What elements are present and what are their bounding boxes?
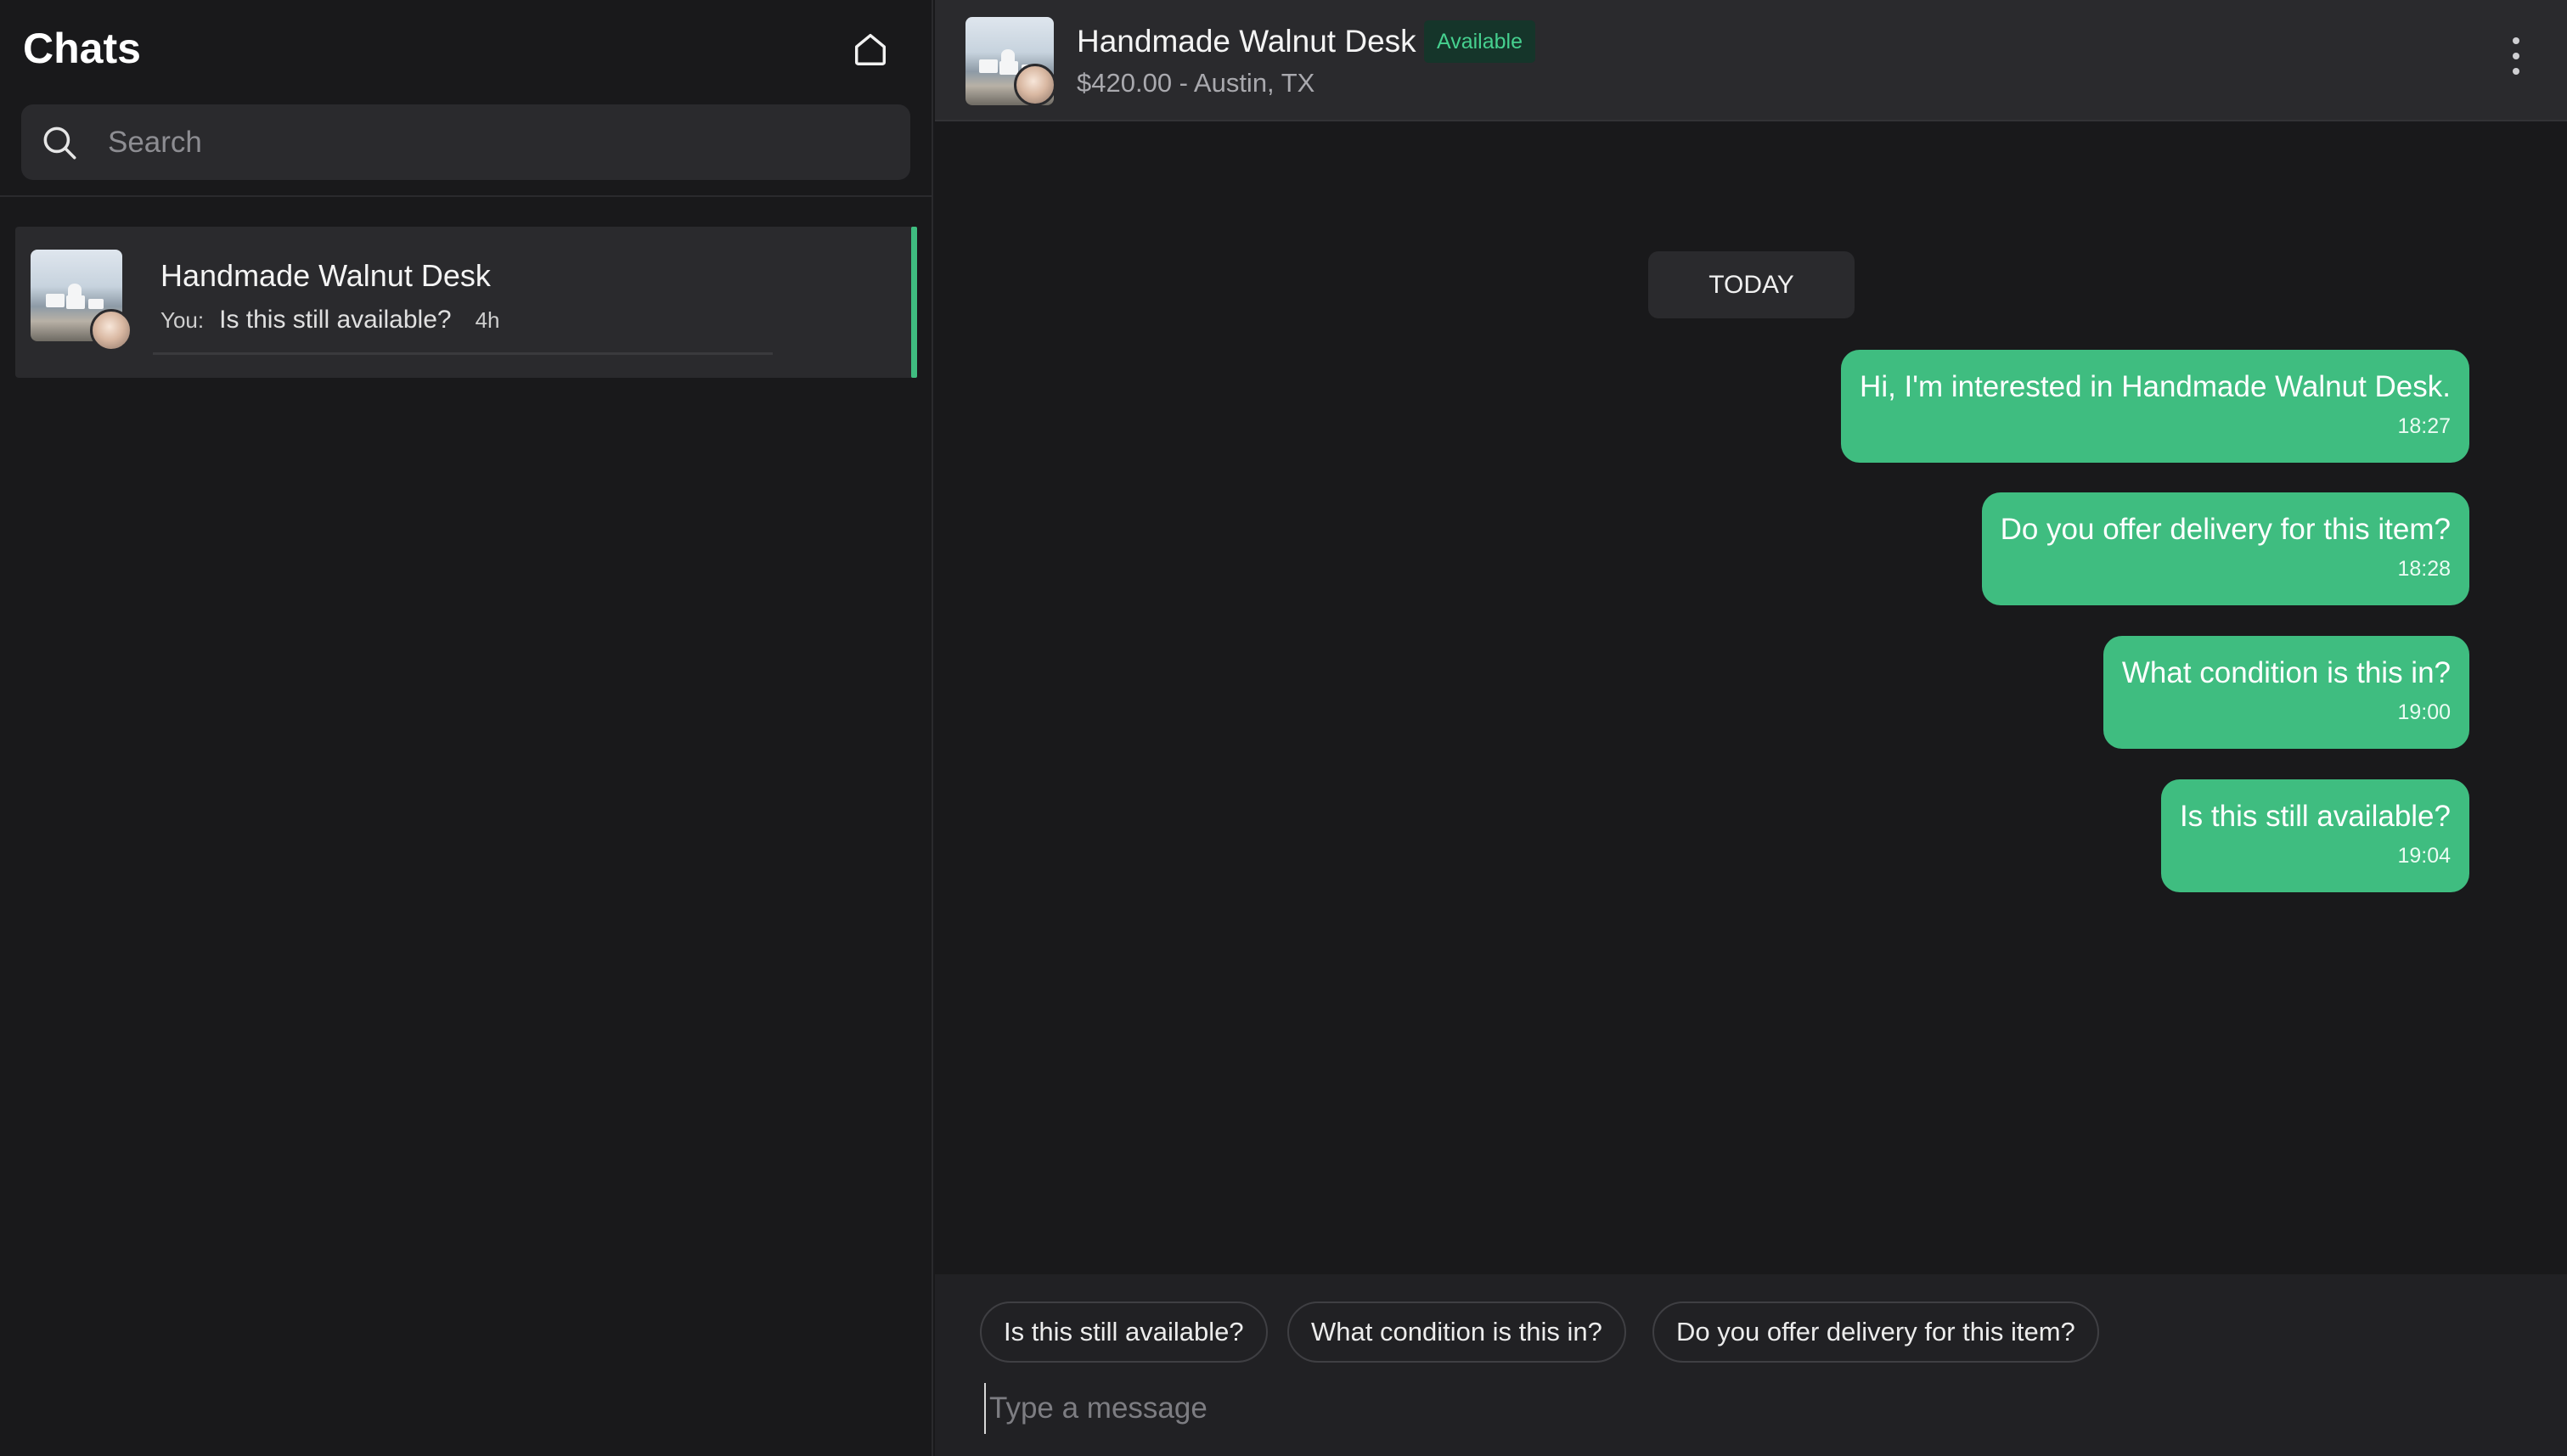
conversation-name: Handmade Walnut Desk	[160, 258, 491, 293]
more-options-button[interactable]	[2506, 31, 2526, 82]
more-vertical-icon-dot	[2513, 68, 2519, 75]
message-composer: Is this still available? What condition …	[935, 1274, 2567, 1456]
seller-avatar	[90, 309, 132, 351]
conversation-preview: You: Is this still available? 4h	[160, 306, 500, 334]
message-time: 18:28	[2397, 557, 2451, 581]
more-vertical-icon-dot	[2513, 53, 2519, 59]
preview-text: Is this still available?	[219, 306, 452, 334]
quick-reply-condition[interactable]: What condition is this in?	[1287, 1301, 1626, 1363]
header-seller-avatar	[1014, 64, 1056, 106]
chats-sidebar: Chats Handmade Walnut Desk	[0, 0, 933, 1456]
message-bubble: What condition is this in? 19:00	[2103, 636, 2469, 749]
preview-prefix: You:	[160, 307, 205, 333]
search-input[interactable]	[108, 104, 889, 180]
message-input[interactable]	[984, 1383, 2530, 1434]
date-divider: TODAY	[1648, 251, 1855, 318]
conversation-separator	[153, 352, 773, 355]
message-time: 19:00	[2397, 700, 2451, 724]
message-bubble: Is this still available? 19:04	[2160, 779, 2469, 892]
sidebar-title: Chats	[23, 25, 141, 72]
search-icon	[43, 126, 76, 160]
more-vertical-icon	[2513, 37, 2519, 44]
message-bubble: Hi, I'm interested in Handmade Walnut De…	[1841, 350, 2469, 463]
listing-price-location: $420.00 - Austin, TX	[1077, 68, 1315, 98]
chat-panel: Handmade Walnut Desk Available $420.00 -…	[935, 0, 2567, 1456]
conversation-time: 4h	[475, 307, 500, 333]
status-badge: Available	[1424, 20, 1536, 63]
app-root: Chats Handmade Walnut Desk	[0, 0, 2567, 1456]
quick-reply-delivery[interactable]: Do you offer delivery for this item?	[1652, 1301, 2099, 1363]
message-text: Hi, I'm interested in Handmade Walnut De…	[1860, 370, 2451, 403]
search-box	[21, 104, 910, 180]
quick-reply-available[interactable]: Is this still available?	[980, 1301, 1268, 1363]
conversation-item[interactable]: Handmade Walnut Desk You: Is this still …	[15, 227, 917, 378]
chat-header: Handmade Walnut Desk Available $420.00 -…	[935, 0, 2567, 121]
message-time: 19:04	[2397, 844, 2451, 868]
message-time: 18:27	[2397, 414, 2451, 438]
message-text: Do you offer delivery for this item?	[2000, 513, 2451, 546]
message-text: What condition is this in?	[2121, 656, 2451, 689]
listing-title: Handmade Walnut Desk	[1077, 24, 1416, 59]
home-icon	[854, 33, 887, 65]
active-indicator	[911, 227, 917, 378]
home-button[interactable]	[849, 27, 892, 71]
message-text: Is this still available?	[2179, 800, 2451, 833]
sidebar-divider	[0, 195, 932, 197]
message-bubble: Do you offer delivery for this item? 18:…	[1981, 492, 2469, 605]
